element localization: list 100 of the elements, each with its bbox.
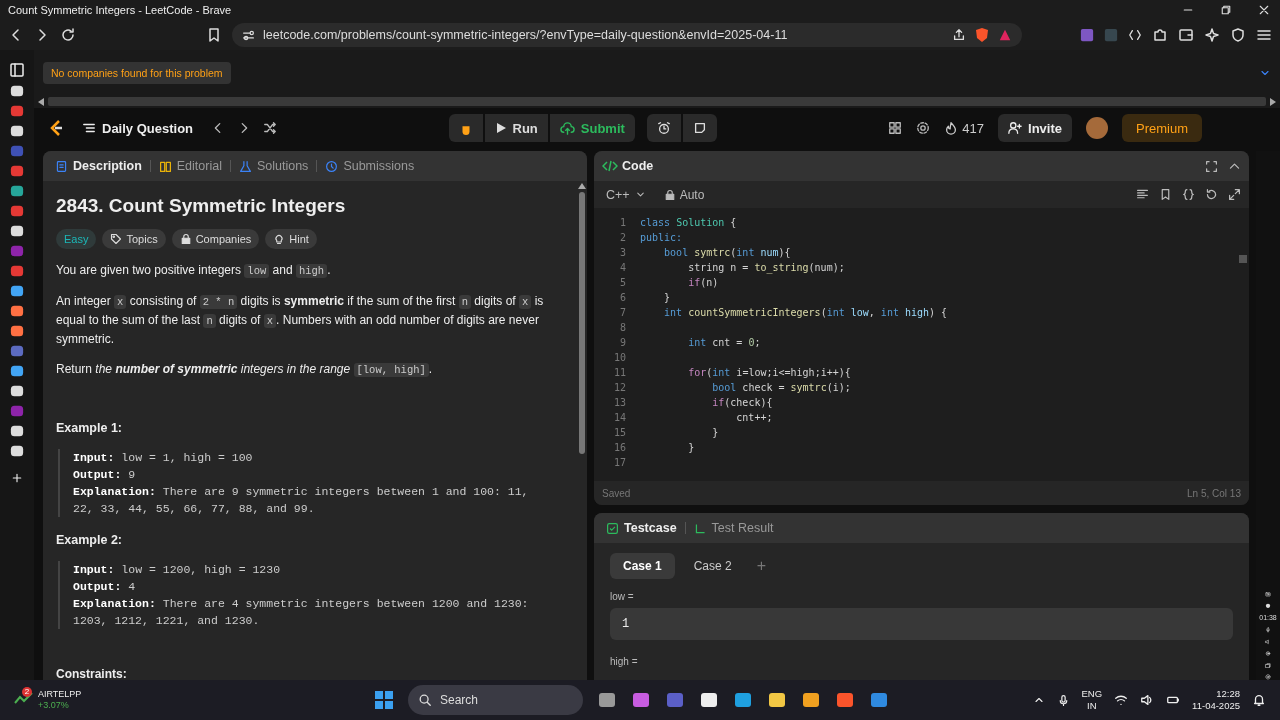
constraints-heading: Constraints: [56,666,128,680]
app-icon[interactable] [10,444,24,458]
scroll-left-icon[interactable] [38,97,44,106]
panel-tab[interactable]: Editorial [154,157,226,175]
submit-button[interactable]: Submit [549,114,635,142]
app-icon[interactable] [10,84,24,98]
code-editor-icon[interactable] [869,690,889,710]
shield-icon[interactable] [835,690,855,710]
clock-icon [325,159,339,173]
app-icon[interactable] [10,124,24,138]
problem-list-button[interactable]: Daily Question [76,119,200,137]
line-number: 1 [618,216,627,230]
tag-button[interactable]: Topics [102,229,166,249]
browser-icon[interactable] [733,690,753,710]
autocomplete-mode[interactable]: Auto [663,187,705,202]
code-line: bool symtrc(int num){ [663,246,791,260]
panel-tab[interactable]: Description [51,157,146,175]
line-number: 2 [618,231,627,245]
example-line: Input: low = 1, high = 100 [73,450,254,466]
extension-icon[interactable] [1080,28,1094,42]
menu-icon[interactable] [1256,27,1272,43]
share-icon[interactable] [952,28,966,42]
add-icon[interactable] [11,472,23,484]
example-heading: Example 1: [56,420,123,437]
line-number: 5 [618,276,627,290]
tag-button[interactable]: Companies [171,229,260,249]
reset-icon[interactable] [1205,188,1218,201]
app-icon[interactable] [10,424,24,438]
task-view-icon[interactable] [597,690,617,710]
sparkle-icon[interactable] [1204,27,1220,43]
puzzle-icon[interactable] [1152,27,1168,43]
clock[interactable]: 12:28 11-04-2025 [1192,688,1240,712]
app-icon[interactable] [10,384,24,398]
shuffle-icon[interactable] [263,121,278,135]
close-icon[interactable] [1258,4,1270,16]
store-icon[interactable] [699,690,719,710]
braces-icon[interactable] [1182,188,1195,201]
panel-tab[interactable]: Solutions [234,157,313,175]
copilot-icon[interactable] [631,690,651,710]
input-field[interactable]: 1 [610,608,1233,640]
sidebar-icon[interactable] [9,62,25,78]
site-settings-icon[interactable] [242,28,255,42]
panel-tab[interactable]: Submissions [321,157,419,175]
run-button[interactable]: Run [484,114,548,142]
case-tab[interactable]: Case 1 [610,553,675,579]
list-icon [82,121,96,135]
invite-button[interactable]: Invite [998,114,1072,142]
tag-button[interactable]: Hint [265,229,317,249]
logo-icon[interactable] [48,119,64,137]
code-line: } [687,441,695,455]
difficulty-tag[interactable]: Easy [56,229,97,249]
wifi-icon[interactable] [1114,693,1129,707]
reload-icon[interactable] [60,27,76,43]
app-icon[interactable] [10,224,24,238]
bookmark-icon[interactable] [1159,188,1172,201]
case-tab[interactable]: Case 2 [680,553,745,579]
app-icon[interactable] [10,304,24,318]
format-icon[interactable] [1136,188,1149,201]
editor-scrollbar[interactable] [1239,255,1247,263]
brackets-icon[interactable] [1128,28,1142,42]
scroll-right-icon[interactable] [1270,97,1276,106]
language-dropdown[interactable]: C++ [602,185,650,204]
timer-button[interactable] [646,114,681,142]
debug-button[interactable] [448,114,483,142]
layout-icon[interactable] [888,121,903,135]
flask-icon [238,159,252,173]
scroll-up-icon[interactable] [578,183,586,189]
start-icon[interactable] [374,690,394,710]
notes-button[interactable] [682,114,717,142]
avatar[interactable] [1086,117,1108,139]
wallet-icon[interactable] [1178,27,1194,43]
panel-tab[interactable]: Test Result [689,519,778,537]
streak-counter[interactable]: 417 [944,120,984,136]
search-bar[interactable]: Search [408,685,583,715]
fullscreen-icon[interactable] [1205,159,1218,173]
app-icon[interactable] [10,324,24,338]
notification-icon[interactable] [1252,693,1266,707]
triangle-icon[interactable] [998,28,1012,42]
horizontal-scrollbar[interactable] [48,97,1266,106]
address-bar[interactable]: leetcode.com/problems/count-symmetric-integers/?envType=daily-question&envId=2025-04-11 [232,23,1022,47]
premium-button[interactable]: Premium [1122,114,1202,142]
bookmark-icon[interactable] [206,27,222,43]
vertical-scrollbar[interactable] [579,192,585,454]
paragraph: An integer x consisting of 2 * n digits is symmetric if the sum of the first n digits of x is equal to the sum of the last n digits of x . Numbers with an odd number of digits are never symmetric. [56,293,545,348]
checkbox-icon [606,521,619,535]
stock-widget[interactable]: 2 AIRTELPP +3.07% [14,689,374,711]
language-indicator[interactable]: ENG IN [1081,688,1103,712]
app-icon[interactable] [10,364,24,378]
expand-icon[interactable] [1228,188,1241,201]
notification-badge: 2 [22,687,32,697]
folder-icon[interactable] [767,690,787,710]
alarm-icon [656,121,671,135]
vpn-icon[interactable] [1230,27,1246,43]
app-icon[interactable] [10,284,24,298]
editor-icon[interactable] [801,690,821,710]
shield-icon[interactable] [974,27,990,43]
panel-tab[interactable]: Testcase [602,519,681,537]
teams-icon[interactable] [665,690,685,710]
restore-icon[interactable] [1220,4,1232,16]
app-icon[interactable] [10,184,24,198]
